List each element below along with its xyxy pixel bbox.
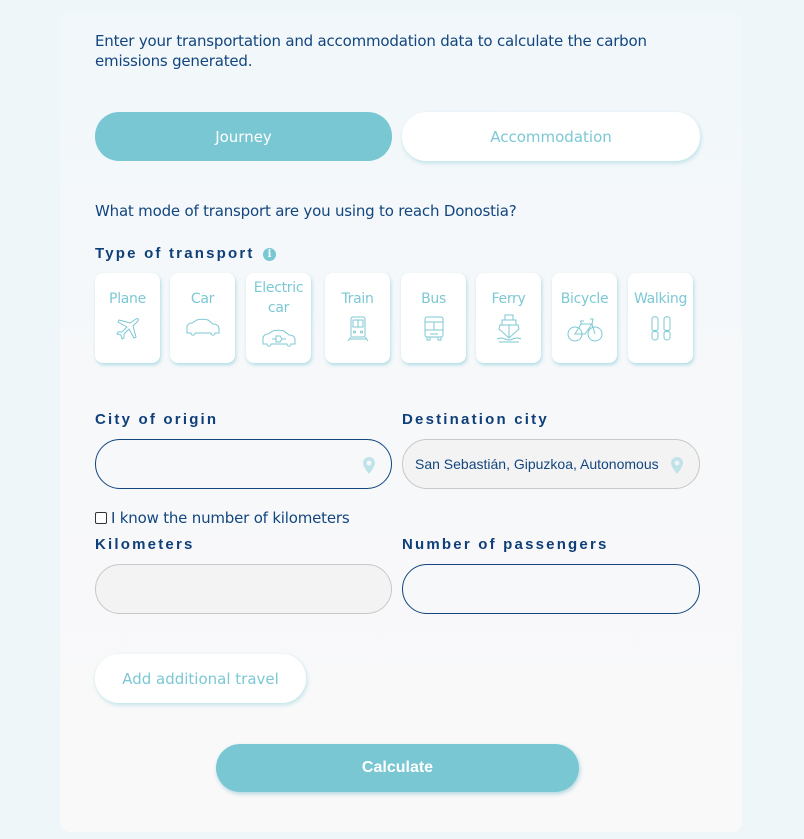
know-km-label: I know the number of kilometers bbox=[111, 509, 350, 527]
info-icon[interactable]: i bbox=[263, 248, 277, 261]
mode-plane[interactable]: Plane bbox=[95, 273, 160, 363]
transport-type-label-text: Type of transport bbox=[95, 245, 255, 262]
bus-icon bbox=[424, 316, 443, 341]
tab-journey[interactable]: Journey bbox=[95, 112, 392, 161]
mode-train[interactable]: Train bbox=[325, 273, 390, 363]
mode-label: Bus bbox=[421, 291, 446, 307]
mode-ferry[interactable]: Ferry bbox=[476, 273, 541, 363]
mode-walking[interactable]: Walking bbox=[628, 273, 693, 363]
calculate-button[interactable]: Calculate bbox=[216, 744, 579, 792]
origin-field bbox=[95, 439, 392, 489]
mode-label: Electric car bbox=[253, 280, 304, 316]
origin-label: City of origin bbox=[95, 411, 219, 428]
mode-bicycle[interactable]: Bicycle bbox=[552, 273, 617, 363]
passengers-field bbox=[402, 564, 700, 614]
bicycle-icon bbox=[567, 318, 602, 342]
transport-question: What mode of transport are you using to … bbox=[95, 202, 517, 220]
ferry-icon bbox=[496, 314, 521, 343]
know-km-row[interactable]: I know the number of kilometers bbox=[95, 509, 350, 527]
kilometers-label: Kilometers bbox=[95, 536, 195, 553]
tab-accommodation[interactable]: Accommodation bbox=[402, 112, 700, 161]
transport-type-label: Type of transport i bbox=[95, 245, 277, 262]
mode-label: Ferry bbox=[491, 291, 526, 307]
mode-label: Plane bbox=[109, 291, 146, 307]
kilometers-input[interactable] bbox=[96, 565, 391, 613]
know-km-checkbox[interactable] bbox=[95, 512, 107, 524]
kilometers-field bbox=[95, 564, 392, 614]
mode-car[interactable]: Car bbox=[170, 273, 235, 363]
location-pin-icon bbox=[671, 457, 683, 474]
mode-label: Bicycle bbox=[560, 291, 609, 307]
destination-label: Destination city bbox=[402, 411, 549, 428]
passengers-label: Number of passengers bbox=[402, 536, 609, 553]
destination-input[interactable] bbox=[403, 440, 699, 488]
car-icon bbox=[186, 318, 219, 336]
location-pin-icon bbox=[363, 457, 375, 474]
destination-field bbox=[402, 439, 700, 489]
footprints-icon bbox=[651, 316, 670, 341]
mode-label: Car bbox=[190, 291, 215, 307]
intro-text: Enter your transportation and accommodat… bbox=[95, 32, 647, 70]
origin-input[interactable] bbox=[96, 440, 391, 488]
add-travel-button[interactable]: Add additional travel bbox=[95, 654, 306, 703]
mode-label: Walking bbox=[633, 291, 688, 307]
mode-label: Train bbox=[341, 291, 374, 307]
electric-car-icon bbox=[262, 329, 295, 347]
plane-icon bbox=[116, 318, 139, 340]
passengers-input[interactable] bbox=[403, 565, 699, 613]
mode-electric-car[interactable]: Electric car bbox=[246, 273, 311, 363]
train-icon bbox=[347, 316, 368, 342]
mode-bus[interactable]: Bus bbox=[401, 273, 466, 363]
